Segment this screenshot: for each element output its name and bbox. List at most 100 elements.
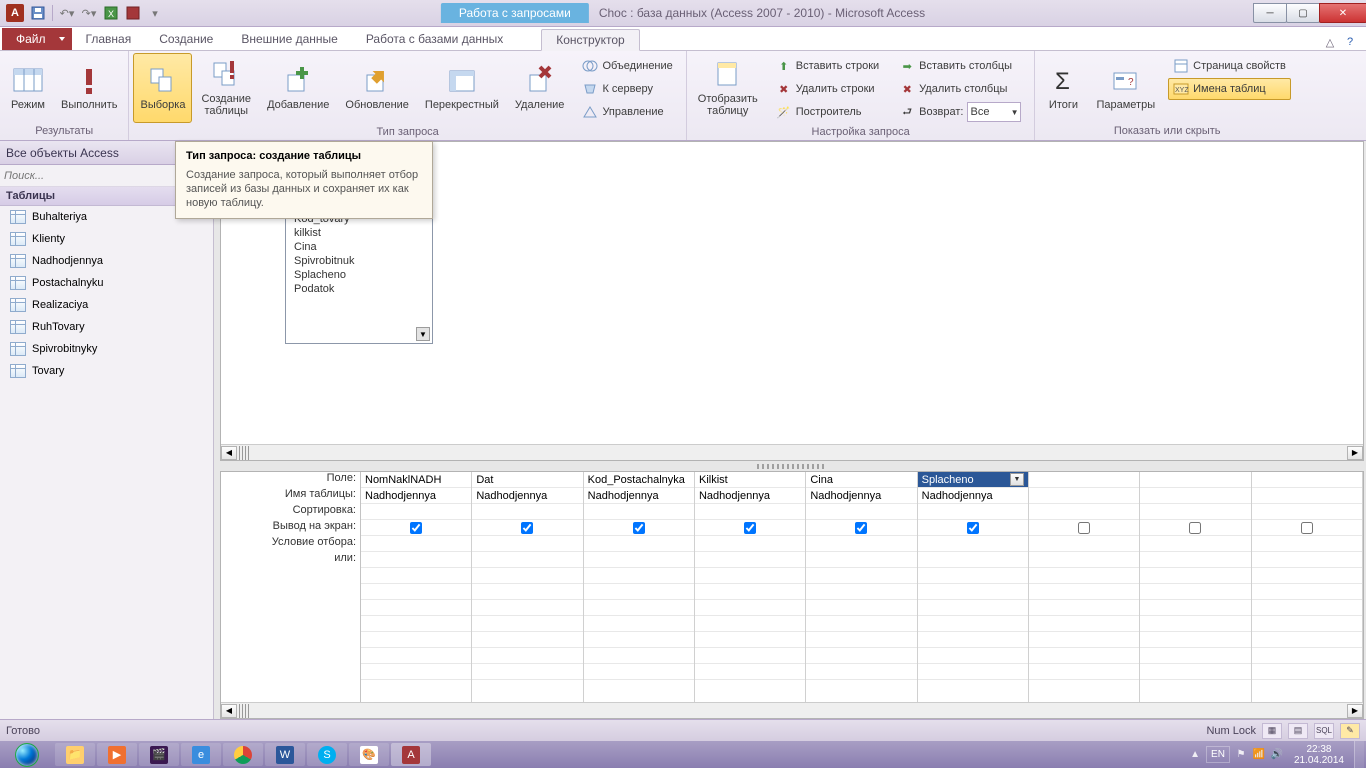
crosstab-query-button[interactable]: Перекрестный [418,53,506,123]
task-access[interactable]: A [391,743,431,766]
view-pivot-button[interactable]: ▤ [1288,723,1308,739]
totals-button[interactable]: Σ Итоги [1039,53,1087,123]
qbe-sort-cell[interactable] [695,504,805,520]
qbe-cell[interactable] [584,568,694,584]
splitter-gripper[interactable] [220,463,1364,471]
passthrough-query-button[interactable]: К серверу [577,78,677,100]
qbe-cell[interactable] [806,648,916,664]
property-sheet-button[interactable]: Страница свойств [1168,55,1291,77]
qbe-cell[interactable] [806,568,916,584]
qbe-show-cell[interactable] [361,520,471,536]
qbe-cell[interactable] [472,600,582,616]
qbe-cell[interactable] [918,616,1028,632]
qbe-column[interactable]: DatNadhodjennya [472,472,583,702]
qbe-cell[interactable] [806,664,916,680]
action-center-icon[interactable]: ⚑ [1234,748,1248,762]
task-paint[interactable]: 🎨 [349,743,389,766]
qbe-cell[interactable] [918,600,1028,616]
qbe-sort-cell[interactable] [806,504,916,520]
qbe-cell[interactable] [918,648,1028,664]
union-query-button[interactable]: Объединение [577,55,677,77]
qbe-column[interactable]: NomNaklNADHNadhodjennya [361,472,472,702]
qbe-field-cell[interactable]: Splacheno▼ [918,472,1028,488]
show-checkbox[interactable] [1189,522,1201,534]
delete-rows-button[interactable]: ✖Удалить строки [771,78,884,100]
run-button[interactable]: Выполнить [54,53,124,123]
redo-icon[interactable]: ↷▾ [81,5,97,21]
qbe-show-cell[interactable] [584,520,694,536]
qbe-cell[interactable] [361,664,471,680]
task-chrome[interactable] [223,743,263,766]
qbe-column[interactable]: KilkistNadhodjennya [695,472,806,702]
qbe-field-cell[interactable]: Cina [806,472,916,488]
qbe-cell[interactable] [584,600,694,616]
tab-create[interactable]: Создание [145,28,227,50]
nav-table-item[interactable]: Nadhodjennya [0,250,213,272]
qbe-column[interactable]: Splacheno▼Nadhodjennya [918,472,1029,702]
qbe-cell[interactable] [584,664,694,680]
show-checkbox[interactable] [633,522,645,534]
field-item[interactable]: Spivrobitnuk [286,254,432,268]
delete-query-button[interactable]: Удаление [508,53,572,123]
save-icon[interactable] [30,5,46,21]
help-icon[interactable]: ? [1342,34,1358,50]
volume-icon[interactable]: 🔊 [1270,748,1284,762]
qat-export-purple-icon[interactable] [125,5,141,21]
qbe-cell[interactable] [918,552,1028,568]
qbe-cell[interactable] [1029,536,1139,552]
qbe-cell[interactable] [1029,568,1139,584]
show-checkbox[interactable] [521,522,533,534]
update-query-button[interactable]: Обновление [338,53,416,123]
qbe-field-cell[interactable]: Kilkist [695,472,805,488]
show-checkbox[interactable] [410,522,422,534]
nav-table-item[interactable]: Tovary [0,360,213,382]
ribbon-minimize-icon[interactable]: △ [1322,34,1338,50]
qbe-field-cell[interactable]: Kod_Postachalnyka [584,472,694,488]
qbe-field-cell[interactable]: NomNaklNADH [361,472,471,488]
qbe-cell[interactable] [695,632,805,648]
tab-database-tools[interactable]: Работа с базами данных [352,28,517,50]
task-movie-maker[interactable]: 🎬 [139,743,179,766]
qbe-horizontal-scrollbar[interactable]: ◀ ▶ [221,702,1363,718]
qbe-show-cell[interactable] [472,520,582,536]
view-design-button[interactable]: ✎ [1340,723,1360,739]
qbe-cell[interactable] [1140,600,1250,616]
field-item[interactable]: Cina [286,240,432,254]
qbe-field-cell[interactable] [1029,472,1139,488]
qat-export-excel-icon[interactable]: X [103,5,119,21]
qbe-cell[interactable] [695,616,805,632]
qbe-column[interactable] [1252,472,1363,702]
qbe-cell[interactable] [1029,600,1139,616]
qbe-cell[interactable] [1029,552,1139,568]
qbe-table-cell[interactable]: Nadhodjennya [918,488,1028,504]
maximize-button[interactable]: ▢ [1286,3,1320,23]
qbe-cell[interactable] [1252,600,1362,616]
qbe-cell[interactable] [472,616,582,632]
qat-dropdown-icon[interactable]: ▾ [147,5,163,21]
field-item[interactable]: Splacheno [286,268,432,282]
qbe-cell[interactable] [695,536,805,552]
qbe-cell[interactable] [1252,616,1362,632]
show-checkbox[interactable] [744,522,756,534]
qbe-cell[interactable] [806,616,916,632]
qbe-sort-cell[interactable] [1252,504,1362,520]
qbe-cell[interactable] [472,584,582,600]
qbe-cell[interactable] [1140,536,1250,552]
qbe-cell[interactable] [695,584,805,600]
task-skype[interactable]: S [307,743,347,766]
qbe-cell[interactable] [1029,648,1139,664]
upper-horizontal-scrollbar[interactable]: ◀ ▶ [221,444,1363,460]
file-tab[interactable]: Файл [2,28,72,50]
qbe-cell[interactable] [361,632,471,648]
qbe-field-cell[interactable]: Dat [472,472,582,488]
qbe-cell[interactable] [361,600,471,616]
scroll-left-icon[interactable]: ◀ [221,704,237,718]
nav-table-item[interactable]: Realizaciya [0,294,213,316]
qbe-cell[interactable] [1029,632,1139,648]
qbe-cell[interactable] [472,632,582,648]
field-item[interactable]: Podatok [286,282,432,296]
qbe-show-cell[interactable] [695,520,805,536]
qbe-table-cell[interactable] [1140,488,1250,504]
qbe-cell[interactable] [584,616,694,632]
data-definition-button[interactable]: Управление [577,101,677,123]
